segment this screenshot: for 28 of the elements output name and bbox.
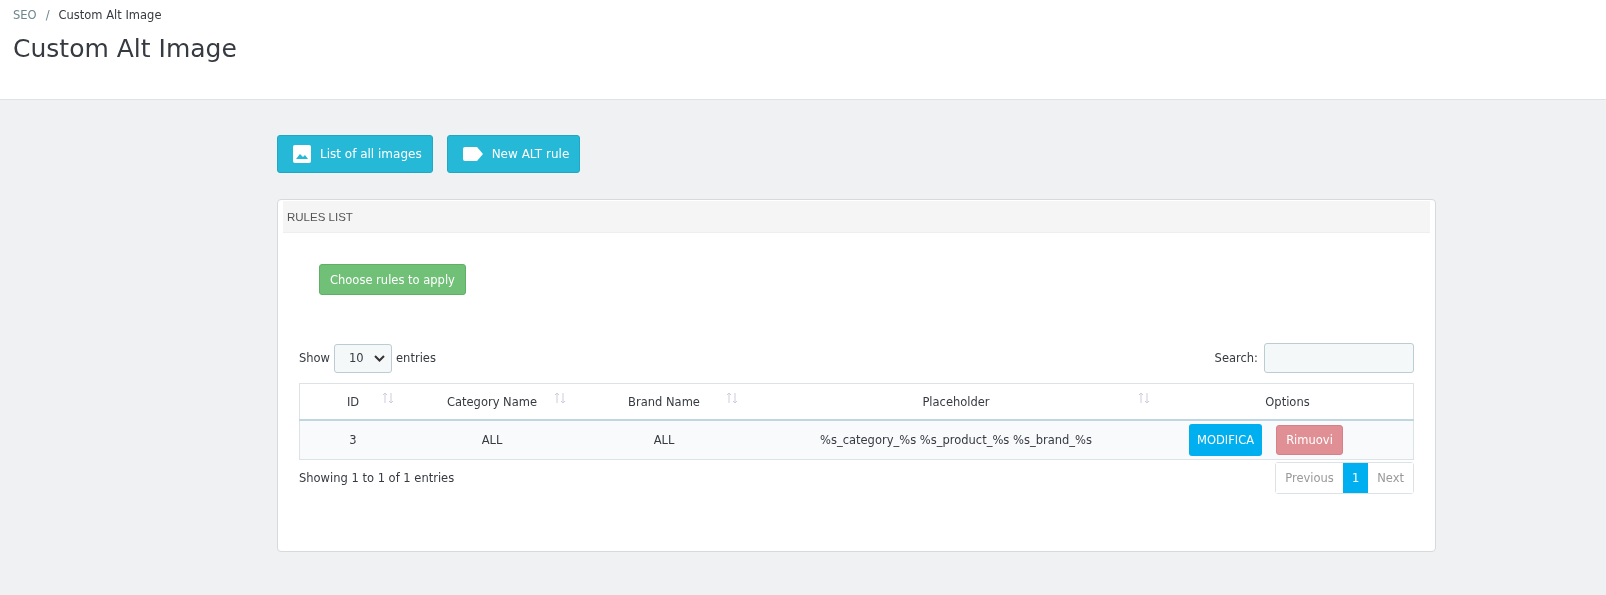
search-field[interactable] (1264, 343, 1414, 373)
sort-icon (1138, 392, 1150, 404)
choose-rules-button[interactable]: Choose rules to apply (319, 264, 466, 295)
breadcrumb-link[interactable]: SEO (13, 8, 37, 22)
remove-button[interactable]: Rimuovi (1276, 425, 1343, 455)
search-label: Search: (1214, 351, 1258, 365)
breadcrumb-separator: / (45, 8, 50, 22)
page-title: Custom Alt Image (13, 34, 238, 63)
sort-icon (726, 392, 738, 404)
edit-button[interactable]: MODIFICA (1189, 424, 1263, 456)
image-icon (293, 145, 311, 163)
entries-label: entries (396, 351, 436, 365)
entries-select[interactable]: 10 (334, 343, 393, 373)
tag-icon (462, 147, 483, 161)
table-info: Showing 1 to 1 of 1 entries (299, 471, 455, 485)
table-cell: ALL (406, 420, 578, 460)
sort-icon (382, 392, 394, 404)
pagination-button[interactable]: 1 (1342, 463, 1369, 493)
sort-icon (554, 392, 566, 404)
table-cell: 3 (299, 420, 406, 460)
show-label: Show (299, 351, 331, 365)
breadcrumb-current: Custom Alt Image (58, 8, 162, 22)
chevron-down-icon (374, 354, 386, 362)
table-cell: %s_category_%s %s_product_%s %s_brand_%s (750, 420, 1162, 460)
table-cell: ALL (578, 420, 750, 460)
images-button[interactable]: List of all images (277, 135, 433, 173)
panel-title: RULES LIST (287, 210, 353, 223)
new-rule-button[interactable]: New ALT rule (446, 135, 581, 173)
